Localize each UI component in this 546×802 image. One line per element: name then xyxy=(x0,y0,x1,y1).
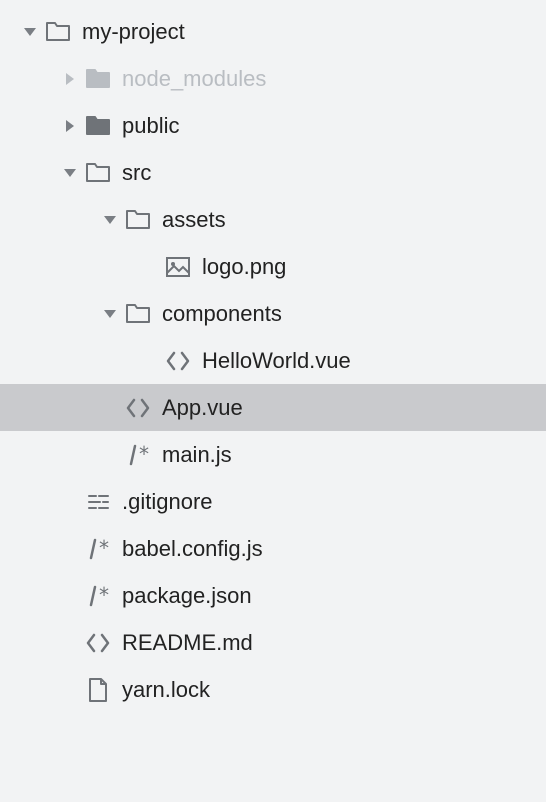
tree-item-label: components xyxy=(162,290,282,337)
code-icon xyxy=(164,347,192,375)
tree-item[interactable]: .gitignore xyxy=(0,478,546,525)
comment-icon xyxy=(124,441,152,469)
folder-closed-icon xyxy=(84,112,112,140)
image-icon xyxy=(164,253,192,281)
tree-item[interactable]: components xyxy=(0,290,546,337)
gitignore-icon xyxy=(84,488,112,516)
tree-item-label: babel.config.js xyxy=(122,525,263,572)
tree-item[interactable]: node_modules xyxy=(0,55,546,102)
comment-icon xyxy=(84,535,112,563)
tree-item-label: src xyxy=(122,149,151,196)
file-icon xyxy=(84,676,112,704)
tree-item[interactable]: yarn.lock xyxy=(0,666,546,713)
chevron-right-icon[interactable] xyxy=(62,118,78,134)
tree-item-label: HelloWorld.vue xyxy=(202,337,351,384)
folder-open-icon xyxy=(124,206,152,234)
folder-open-icon xyxy=(44,18,72,46)
tree-item[interactable]: HelloWorld.vue xyxy=(0,337,546,384)
tree-item-label: my-project xyxy=(82,8,185,55)
tree-item-label: node_modules xyxy=(122,55,266,102)
tree-item[interactable]: public xyxy=(0,102,546,149)
chevron-down-icon[interactable] xyxy=(102,306,118,322)
chevron-down-icon[interactable] xyxy=(102,212,118,228)
tree-item[interactable]: logo.png xyxy=(0,243,546,290)
tree-item-label: README.md xyxy=(122,619,253,666)
folder-open-icon xyxy=(124,300,152,328)
chevron-down-icon[interactable] xyxy=(62,165,78,181)
tree-item[interactable]: babel.config.js xyxy=(0,525,546,572)
tree-item[interactable]: assets xyxy=(0,196,546,243)
code-icon xyxy=(124,394,152,422)
code-icon xyxy=(84,629,112,657)
folder-closed-icon xyxy=(84,65,112,93)
tree-item-label: package.json xyxy=(122,572,252,619)
tree-item-label: logo.png xyxy=(202,243,286,290)
tree-item-label: public xyxy=(122,102,179,149)
tree-item[interactable]: App.vue xyxy=(0,384,546,431)
comment-icon xyxy=(84,582,112,610)
tree-item-label: main.js xyxy=(162,431,232,478)
tree-item[interactable]: my-project xyxy=(0,8,546,55)
tree-item-label: yarn.lock xyxy=(122,666,210,713)
folder-open-icon xyxy=(84,159,112,187)
tree-item-label: assets xyxy=(162,196,226,243)
tree-item[interactable]: main.js xyxy=(0,431,546,478)
tree-item[interactable]: package.json xyxy=(0,572,546,619)
chevron-down-icon[interactable] xyxy=(22,24,38,40)
tree-item[interactable]: README.md xyxy=(0,619,546,666)
tree-item-label: .gitignore xyxy=(122,478,213,525)
file-tree: my-projectnode_modulespublicsrc assetslog… xyxy=(0,8,546,713)
tree-item[interactable]: src xyxy=(0,149,546,196)
tree-item-label: App.vue xyxy=(162,384,243,431)
chevron-right-icon[interactable] xyxy=(62,71,78,87)
